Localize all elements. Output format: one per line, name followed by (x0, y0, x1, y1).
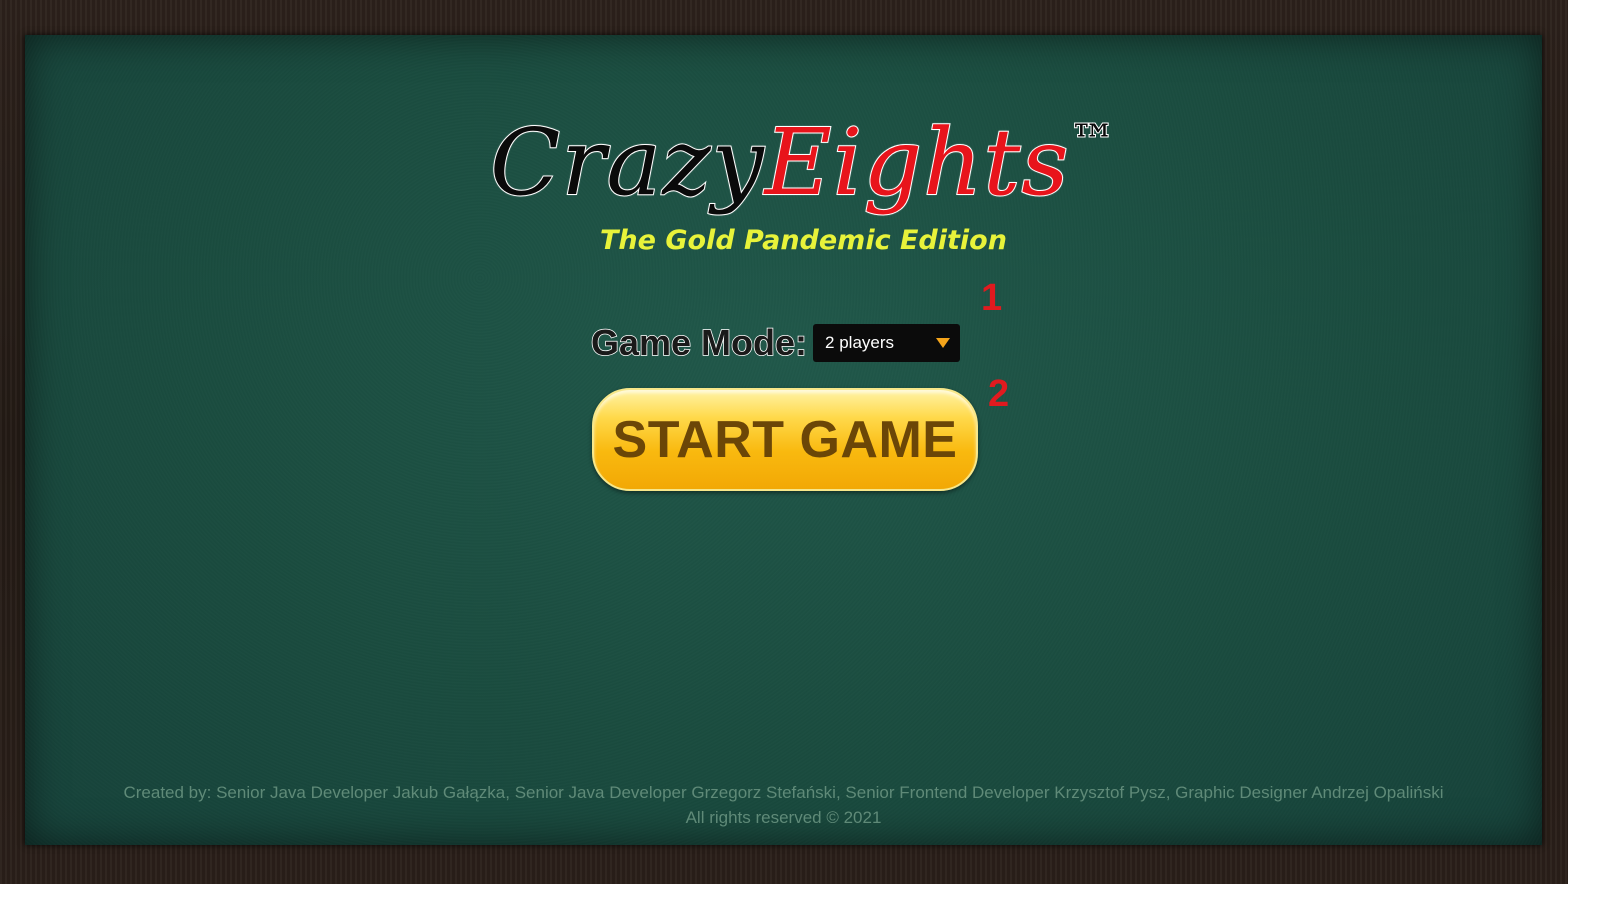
annotation-marker-1: 1 (981, 277, 1003, 319)
footer-credits: Created by: Senior Java Developer Jakub … (123, 783, 1444, 802)
annotation-marker-2: 2 (988, 373, 1010, 415)
logo-crazy: Crazy (489, 108, 765, 217)
footer-rights: All rights reserved © 2021 (685, 808, 882, 827)
footer: Created by: Senior Java Developer Jakub … (25, 780, 1542, 830)
logo-trademark: ™ (1069, 113, 1117, 169)
game-mode-label: Game Mode: (590, 321, 808, 364)
game-mode-row: Game Mode: 2 players (590, 321, 961, 365)
start-game-button[interactable]: START GAME (592, 388, 978, 491)
logo-eights: Eights (764, 108, 1070, 217)
caret-down-icon (936, 338, 951, 348)
game-logo: CrazyEights™ (489, 103, 1117, 223)
game-mode-selected-value: 2 players (825, 333, 895, 352)
game-mode-select[interactable]: 2 players (813, 324, 961, 362)
edition-subtitle: The Gold Pandemic Edition (600, 225, 1007, 256)
